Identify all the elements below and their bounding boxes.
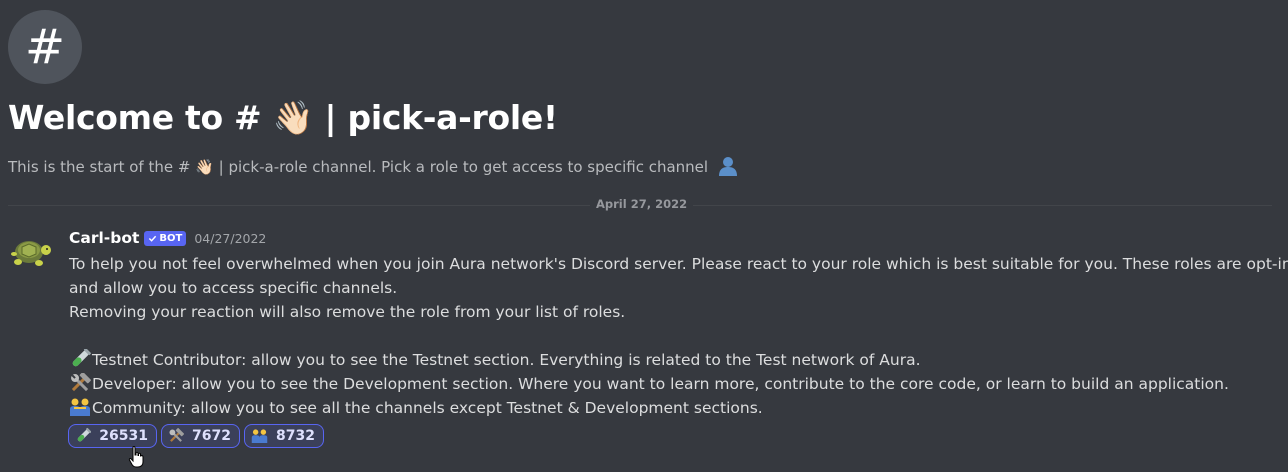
divider-date: April 27, 2022 [590, 197, 694, 211]
role-text: Developer: allow you to see the Developm… [92, 375, 1229, 393]
role-line-testnet: Testnet Contributor: allow you to see th… [69, 348, 1249, 372]
message-line: Removing your reaction will also remove … [69, 303, 626, 321]
people-icon [251, 429, 268, 443]
user-icon [718, 157, 737, 176]
message-content: To help you not feel overwhelmed when yo… [69, 252, 1288, 420]
hand-pointer-icon [128, 446, 144, 468]
bot-tag-label: BOT [159, 232, 183, 244]
role-text: Community: allow you to see all the chan… [92, 399, 763, 417]
welcome-title: Welcome to # 👋🏻 | pick-a-role! [8, 98, 558, 137]
test-tube-icon [72, 349, 91, 367]
hammer-wrench-icon [169, 428, 184, 442]
reaction-testnet[interactable]: 26531 [68, 424, 157, 448]
bot-tag: BOT [144, 230, 187, 246]
message-line: and allow you to access specific channel… [69, 279, 398, 297]
reaction-count: 7672 [192, 428, 231, 444]
reaction-developer[interactable]: 7672 [161, 424, 240, 448]
hammer-wrench-icon [71, 373, 91, 392]
role-text: Testnet Contributor: allow you to see th… [92, 351, 921, 369]
test-tube-icon [77, 427, 92, 442]
message-timestamp[interactable]: 04/27/2022 [194, 231, 266, 246]
channel-icon-container: # [8, 10, 82, 84]
people-icon [70, 398, 90, 416]
reactions-bar: 26531 7672 8732 [68, 424, 324, 448]
message-line: To help you not feel overwhelmed when yo… [69, 255, 1288, 273]
role-line-developer: Developer: allow you to see the Developm… [69, 372, 1249, 396]
message-header: Carl-bot BOT 04/27/2022 [69, 229, 266, 247]
role-line-community: Community: allow you to see all the chan… [69, 396, 1249, 420]
author-name[interactable]: Carl-bot [69, 229, 139, 247]
verified-check-icon [149, 235, 157, 242]
reaction-count: 26531 [99, 428, 148, 444]
reaction-count: 8732 [276, 428, 315, 444]
turtle-avatar[interactable] [8, 232, 52, 272]
welcome-subtitle-text: This is the start of the # 👋🏻 | pick-a-r… [8, 158, 709, 176]
reaction-community[interactable]: 8732 [244, 424, 324, 448]
hash-icon: # [8, 10, 82, 84]
welcome-subtitle: This is the start of the # 👋🏻 | pick-a-r… [8, 156, 739, 176]
